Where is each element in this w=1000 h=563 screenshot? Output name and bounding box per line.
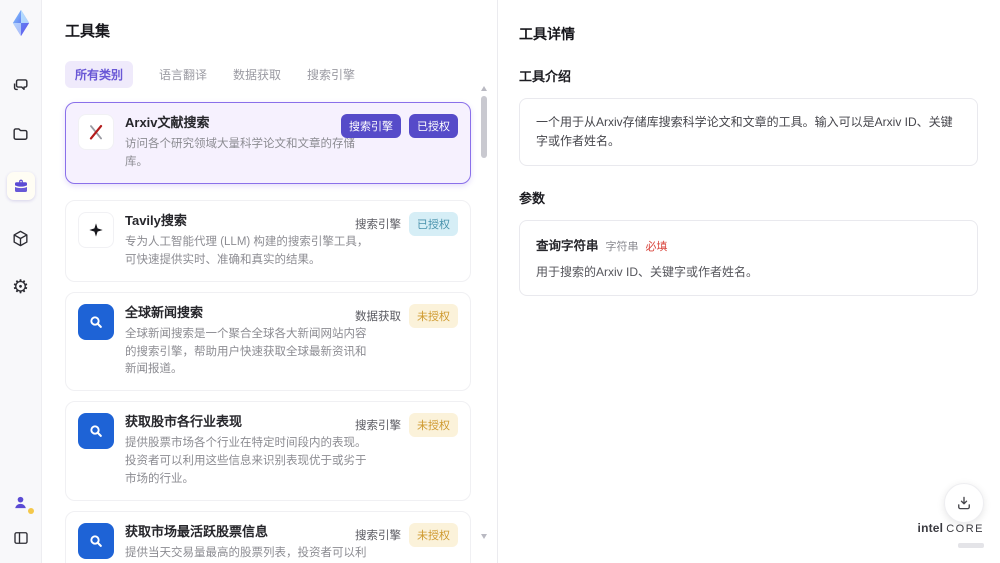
tool-description: 访问各个研究领域大量科学论文和文章的存储库。 [125,138,355,168]
tool-description: 全球新闻搜索是一个聚合全球各大新闻网站内容的搜索引擎，帮助用户快速获取全球最新资… [125,327,367,376]
tool-card-arxiv[interactable]: Arxiv文献搜索 访问各个研究领域大量科学论文和文章的存储库。 搜索引擎 已授… [65,102,471,184]
app-logo [6,8,36,38]
brand-intel-text: intel [917,521,944,536]
intro-box: 一个用于从Arxiv存储库搜索科学论文和文章的工具。输入可以是Arxiv ID、… [519,98,978,167]
icon-rail: ⚙ [0,0,42,563]
tool-description: 提供股票市场各个行业在特定时间段内的表现。投资者可以利用这些信息来识别表现优于或… [125,437,367,486]
category-tabs: 所有类别 语言翻译 数据获取 搜索引擎 [65,61,471,88]
params-heading: 参数 [519,191,546,207]
sparkle-icon [78,211,114,248]
page-title: 工具集 [65,23,111,40]
tool-card-sector-performance[interactable]: 获取股市各行业表现 提供股票市场各个行业在特定时间段内的表现。投资者可以利用这些… [65,401,471,501]
param-box: 查询字符串 字符串 必填 用于搜索的Arxiv ID、关键字或作者姓名。 [519,220,978,297]
category-label: 搜索引擎 [355,420,401,433]
tool-card-global-news[interactable]: 全球新闻搜索 全球新闻搜索是一个聚合全球各大新闻网站内容的搜索引擎，帮助用户快速… [65,291,471,392]
intro-heading: 工具介绍 [519,69,572,84]
arxiv-icon [78,114,114,150]
category-label: 搜索引擎 [355,218,401,231]
intro-text: 一个用于从Arxiv存储库搜索科学论文和文章的工具。输入可以是Arxiv ID、… [536,115,953,149]
magnifier-icon [78,413,114,450]
scroll-up-arrow-icon[interactable] [481,86,487,91]
status-badge[interactable]: 未授权 [409,303,458,328]
status-badge[interactable]: 未授权 [409,522,458,547]
download-icon [958,496,970,510]
list-scrollbar[interactable] [480,86,488,557]
collapse-panel-icon[interactable] [10,527,32,549]
status-dot [27,508,34,514]
scrollbar-thumb[interactable] [481,96,487,158]
tab-data-fetch[interactable]: 数据获取 [233,66,281,83]
settings-gear-icon[interactable]: ⚙ [10,276,32,298]
category-label: 搜索引擎 [355,529,401,542]
category-label: 数据获取 [355,310,401,323]
toolbox-icon[interactable] [6,172,35,200]
folder-icon[interactable] [10,123,32,145]
magnifier-icon [78,522,114,559]
user-avatar-icon[interactable] [10,491,34,514]
param-required-flag: 必填 [645,241,668,254]
tool-list-panel: 工具集 所有类别 语言翻译 数据获取 搜索引擎 Arxiv文献搜索 访问各个研究… [42,0,497,563]
status-badge[interactable]: 已授权 [409,211,458,236]
tool-name: 获取市场最活跃股票信息 [125,523,269,539]
intel-core-logo: intel CORE [918,522,984,553]
brand-subtag [958,543,984,549]
package-icon[interactable] [10,227,32,249]
tool-name: 获取股市各行业表现 [125,414,243,430]
tool-card-list: Arxiv文献搜索 访问各个研究领域大量科学论文和文章的存储库。 搜索引擎 已授… [65,102,471,563]
detail-title: 工具详情 [519,26,575,42]
tool-description: 专为人工智能代理 (LLM) 构建的搜索引擎工具，可快速提供实时、准确和真实的结… [125,236,369,266]
tab-search-engine[interactable]: 搜索引擎 [307,66,355,83]
tab-language-translation[interactable]: 语言翻译 [159,66,207,83]
tool-description: 提供当天交易量最高的股票列表，投资者可以利用这些信息来识别流动性强的股票和潜在的… [125,547,367,560]
tab-all-categories[interactable]: 所有类别 [65,61,134,88]
param-type: 字符串 [605,241,639,254]
status-badge[interactable]: 已授权 [409,114,458,138]
magnifier-icon [78,303,114,340]
download-button[interactable] [944,483,984,523]
tool-card-tavily[interactable]: Tavily搜索 专为人工智能代理 (LLM) 构建的搜索引擎工具，可快速提供实… [65,199,471,282]
tool-name: Tavily搜索 [125,212,187,228]
tool-detail-panel: 工具详情 工具介绍 一个用于从Arxiv存储库搜索科学论文和文章的工具。输入可以… [497,0,1000,563]
param-description: 用于搜索的Arxiv ID、关键字或作者姓名。 [536,265,759,280]
tool-name: Arxiv文献搜索 [125,115,210,130]
tool-name: 全球新闻搜索 [125,304,204,320]
tool-card-most-active-stocks[interactable]: 获取市场最活跃股票信息 提供当天交易量最高的股票列表，投资者可以利用这些信息来识… [65,510,471,563]
scroll-down-arrow-icon[interactable] [481,534,487,539]
brand-core-text: CORE [946,523,984,536]
chat-icon[interactable] [10,74,32,96]
param-name: 查询字符串 [536,239,599,254]
status-badge[interactable]: 未授权 [409,413,458,438]
category-tag[interactable]: 搜索引擎 [341,114,401,138]
